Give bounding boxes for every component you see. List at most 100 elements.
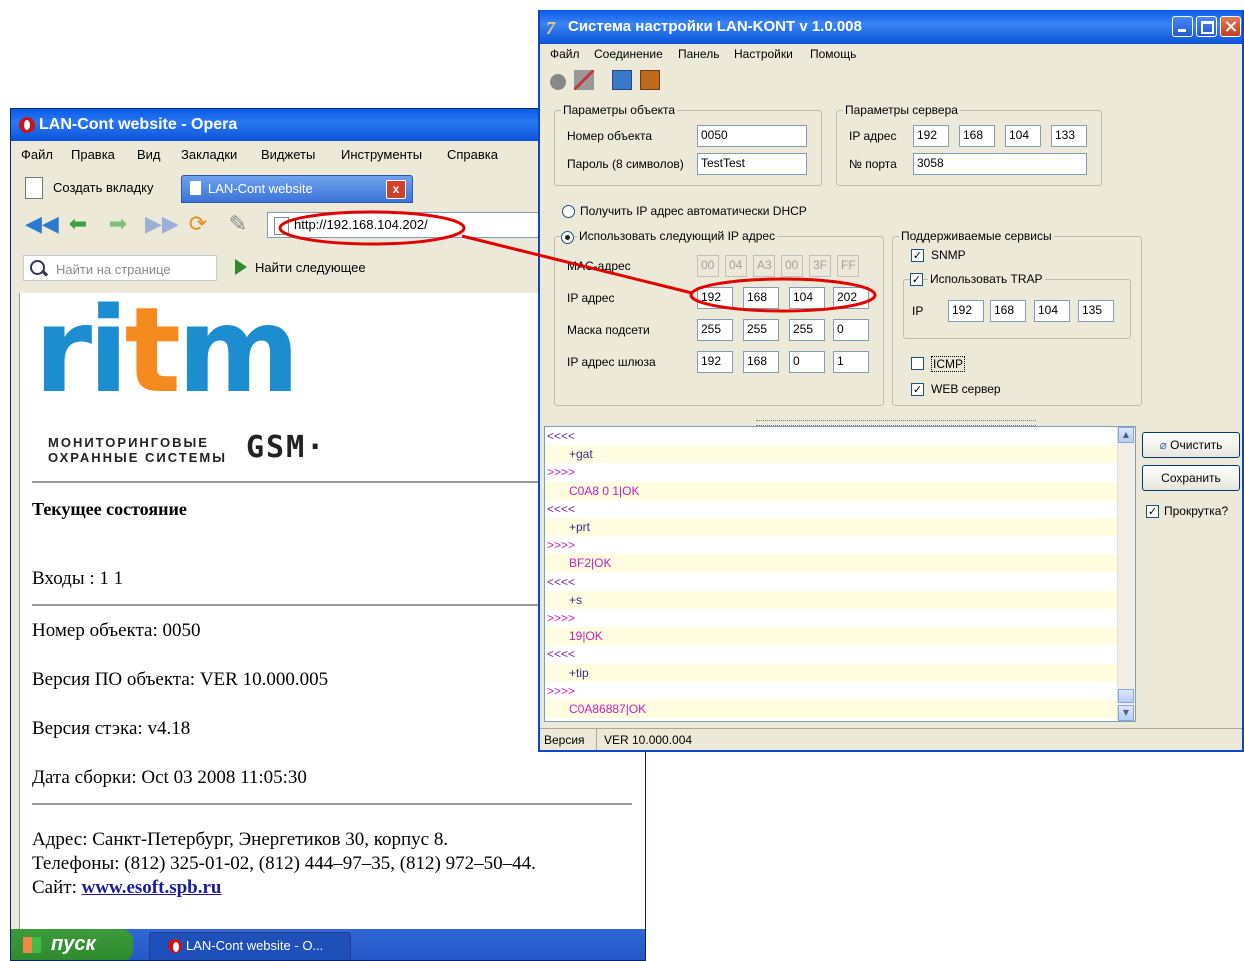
server-ip-octet-4[interactable]: 133	[1051, 125, 1087, 147]
server-ip-octet-3[interactable]: 104	[1005, 125, 1041, 147]
lan-menu-connection[interactable]: Соединение	[594, 47, 663, 61]
new-tab-button[interactable]: Создать вкладку	[23, 175, 173, 201]
trap-ip-octet-3[interactable]: 104	[1034, 300, 1070, 322]
opera-menu-view[interactable]: Вид	[137, 147, 161, 162]
trap-checkbox[interactable]: ✓	[910, 273, 923, 286]
page-icon	[190, 181, 201, 195]
services-group: Поддерживаемые сервисы ✓ SNMP ✓ Использо…	[892, 229, 1142, 406]
start-button[interactable]: пуск	[11, 929, 133, 960]
taskbar-item-opera[interactable]: LAN-Cont website - O...	[149, 932, 351, 960]
minimize-icon[interactable]	[1172, 16, 1193, 37]
lan-window-title: Система настройки LAN-KONT v 1.0.008	[568, 18, 862, 35]
opera-menu-tools[interactable]: Инструменты	[341, 147, 422, 162]
address-text: http://192.168.104.202/	[294, 217, 428, 232]
ritm-logo-part: m	[177, 281, 300, 419]
page-heading: Текущее состояние	[32, 499, 187, 519]
reload-icon[interactable]: ⟳	[185, 213, 211, 237]
close-tab-icon[interactable]: x	[386, 180, 406, 199]
opera-menu-widgets[interactable]: Виджеты	[261, 147, 315, 162]
write-icon[interactable]	[612, 70, 632, 90]
windows-taskbar: пуск LAN-Cont website - O...	[11, 929, 645, 960]
scroll-checkbox[interactable]: ✓	[1146, 505, 1159, 518]
lan-titlebar[interactable]: 7 Система настройки LAN-KONT v 1.0.008	[540, 10, 1242, 44]
mask-octet-2[interactable]: 255	[743, 319, 779, 341]
icmp-checkbox[interactable]	[911, 357, 924, 370]
ip-octet-3[interactable]: 104	[789, 287, 825, 309]
read-icon[interactable]	[640, 70, 660, 90]
log-row: +s	[545, 590, 1119, 609]
port-field[interactable]: 3058	[913, 153, 1087, 175]
log-panel[interactable]: <<<< +gat >>>> C0A8 0 1|OK <<<< +prt >>>> BF2|O…	[544, 426, 1136, 722]
web-server-checkbox[interactable]: ✓	[911, 383, 924, 396]
lan-menu-file[interactable]: Файл	[550, 47, 580, 61]
maximize-icon[interactable]	[1196, 16, 1217, 37]
dhcp-radio-label[interactable]: Получить IP адрес автоматически DHCP	[580, 204, 807, 218]
dhcp-radio[interactable]	[562, 205, 575, 218]
save-button[interactable]: Сохранить	[1142, 465, 1240, 491]
start-label: пуск	[51, 933, 96, 955]
lan-menubar: Файл Соединение Панель Настройки Помощь	[540, 44, 1242, 64]
server-ip-octet-1[interactable]: 192	[913, 125, 949, 147]
log-row: <<<<	[545, 573, 1119, 591]
log-row-text: <<<<	[547, 501, 576, 516]
server-ip-octet-2[interactable]: 168	[959, 125, 995, 147]
mask-octet-4[interactable]: 0	[833, 319, 869, 341]
version-value: VER 10.000.004	[604, 733, 693, 747]
connect-icon[interactable]	[548, 70, 568, 90]
ip-octet-1[interactable]: 192	[697, 287, 733, 309]
mask-octet-3[interactable]: 255	[789, 319, 825, 341]
trap-ip-octet-2[interactable]: 168	[990, 300, 1026, 322]
edit-icon[interactable]: ✎	[225, 213, 251, 237]
opera-menu-file[interactable]: Файл	[21, 147, 53, 162]
disconnect-icon[interactable]	[574, 70, 594, 90]
log-row-text: C0A86887|OK	[569, 702, 647, 716]
scroll-thumb[interactable]	[1118, 689, 1134, 703]
mask-octet-1[interactable]: 255	[697, 319, 733, 341]
static-ip-radio-label[interactable]: Использовать следующий IP адрес	[577, 229, 778, 243]
app-icon: 7	[546, 18, 555, 38]
gateway-octet-4[interactable]: 1	[833, 351, 869, 373]
ritm-logo-part: ri	[34, 281, 129, 419]
lan-menu-help[interactable]: Помощь	[810, 47, 856, 61]
find-placeholder: Найти на странице	[56, 262, 171, 277]
gateway-octet-1[interactable]: 192	[697, 351, 733, 373]
opera-menu-bookmarks[interactable]: Закладки	[181, 147, 237, 162]
ritm-logo-part: t	[124, 281, 181, 419]
lan-menu-panel[interactable]: Панель	[678, 47, 719, 61]
scroll-down-icon[interactable]: ▼	[1118, 705, 1134, 721]
page-icon	[274, 217, 289, 235]
gateway-octet-3[interactable]: 0	[789, 351, 825, 373]
find-input[interactable]: Найти на странице	[23, 255, 217, 281]
log-scrollbar[interactable]: ▲ ▼	[1117, 427, 1135, 721]
ip-octet-2[interactable]: 168	[743, 287, 779, 309]
trap-ip-octet-4[interactable]: 135	[1078, 300, 1114, 322]
group-title: Параметры объекта	[561, 103, 678, 117]
static-ip-radio[interactable]	[561, 231, 574, 244]
scroll-up-icon[interactable]: ▲	[1118, 427, 1134, 443]
back-icon[interactable]: ⬅	[65, 213, 91, 237]
mask-label: Маска подсети	[567, 323, 650, 337]
mac-octet-6: FF	[837, 255, 859, 277]
tab-lan-cont-website[interactable]: LAN-Cont website x	[181, 175, 413, 203]
snmp-checkbox[interactable]: ✓	[911, 249, 924, 262]
log-row: +prt	[545, 518, 1119, 536]
close-icon[interactable]	[1220, 16, 1241, 37]
clear-button[interactable]: ⌀ Очистить	[1142, 432, 1240, 458]
object-number-field[interactable]: 0050	[697, 125, 807, 147]
opera-logo-icon	[19, 117, 35, 133]
ip-octet-4[interactable]: 202	[833, 287, 869, 309]
opera-menu-edit[interactable]: Правка	[71, 147, 115, 162]
site-link[interactable]: www.esoft.spb.ru	[82, 877, 222, 898]
divider	[32, 803, 632, 805]
stack-version: Версия стэка: v4.18	[32, 718, 191, 739]
rewind-icon[interactable]: ◀◀	[25, 213, 59, 237]
fast-forward-icon[interactable]: ▶▶	[145, 213, 179, 237]
log-row-text: +prt	[569, 520, 591, 534]
lan-menu-settings[interactable]: Настройки	[734, 47, 793, 61]
mac-label: MAC-адрес	[567, 259, 631, 273]
opera-menu-help[interactable]: Справка	[447, 147, 498, 162]
gateway-octet-2[interactable]: 168	[743, 351, 779, 373]
forward-icon[interactable]: ➡	[105, 213, 131, 237]
trap-ip-octet-1[interactable]: 192	[948, 300, 984, 322]
password-field[interactable]: TestTest	[697, 153, 807, 175]
